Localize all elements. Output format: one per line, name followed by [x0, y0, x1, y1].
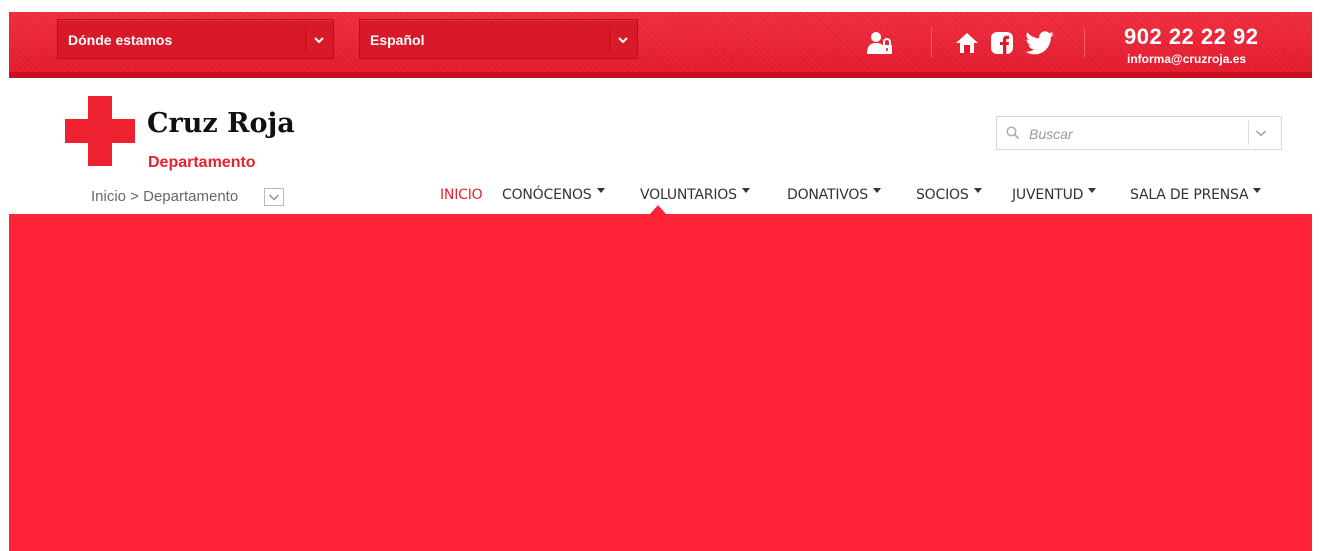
nav-item-conocenos[interactable]: CONÓCENOS [502, 187, 605, 203]
home-icon[interactable] [955, 32, 979, 54]
search-icon [1006, 126, 1020, 140]
email-link[interactable]: informa@cruzroja.es [1127, 52, 1246, 66]
nav-item-label: JUVENTUD [1012, 187, 1084, 203]
location-dropdown-divider [305, 26, 306, 52]
logo-title[interactable]: Cruz Roja [147, 108, 295, 139]
chevron-down-icon[interactable] [1255, 128, 1267, 138]
search-input[interactable] [1027, 123, 1241, 145]
language-dropdown-label: Español [370, 32, 425, 48]
nav-item-voluntarios[interactable]: VOLUNTARIOS [640, 187, 750, 203]
twitter-icon[interactable] [1025, 31, 1055, 55]
caret-down-icon [1088, 188, 1097, 193]
nav-item-socios[interactable]: SOCIOS [916, 187, 982, 203]
nav-item-label: SOCIOS [916, 187, 969, 203]
location-dropdown-label: Dónde estamos [68, 32, 173, 48]
nav-active-pointer [650, 205, 666, 214]
language-dropdown-divider [609, 26, 610, 52]
nav-item-juventud[interactable]: JUVENTUD [1012, 187, 1097, 203]
topbar-divider [931, 28, 932, 58]
caret-down-icon [1253, 188, 1262, 193]
red-cross-logo[interactable] [65, 96, 135, 166]
topbar-divider [1084, 28, 1085, 58]
chevron-down-icon [618, 37, 628, 44]
caret-down-icon [872, 188, 881, 193]
nav-item-label: INICIO [440, 187, 483, 203]
search-box[interactable] [996, 116, 1282, 150]
breadcrumb[interactable]: Inicio > Departamento [91, 188, 238, 205]
language-dropdown[interactable]: Español [359, 19, 638, 59]
nav-item-sala-de-prensa[interactable]: SALA DE PRENSA [1130, 187, 1262, 203]
page: Dónde estamos Español 902 22 22 92 infor… [0, 0, 1321, 551]
phone-number[interactable]: 902 22 22 92 [1124, 24, 1258, 50]
nav-item-label: VOLUNTARIOS [640, 187, 737, 203]
logo-subtitle: Departamento [148, 154, 256, 171]
caret-down-icon [596, 188, 605, 193]
facebook-icon[interactable] [990, 31, 1014, 55]
top-bar-stripe [9, 72, 1312, 78]
nav-item-donativos[interactable]: DONATIVOS [787, 187, 881, 203]
caret-down-icon [973, 188, 982, 193]
breadcrumb-dropdown[interactable] [264, 188, 284, 206]
chevron-down-icon [269, 194, 279, 201]
nav-item-label: DONATIVOS [787, 187, 868, 203]
caret-down-icon [741, 188, 750, 193]
nav-item-inicio[interactable]: INICIO [440, 187, 483, 203]
nav-item-label: SALA DE PRENSA [1130, 187, 1249, 203]
nav-item-label: CONÓCENOS [502, 187, 592, 203]
chevron-down-icon [314, 37, 324, 44]
user-lock-icon[interactable] [866, 30, 894, 56]
search-divider [1248, 121, 1249, 145]
hero-banner [9, 214, 1312, 551]
logo-cross-horizontal [65, 119, 135, 143]
location-dropdown[interactable]: Dónde estamos [57, 19, 334, 59]
